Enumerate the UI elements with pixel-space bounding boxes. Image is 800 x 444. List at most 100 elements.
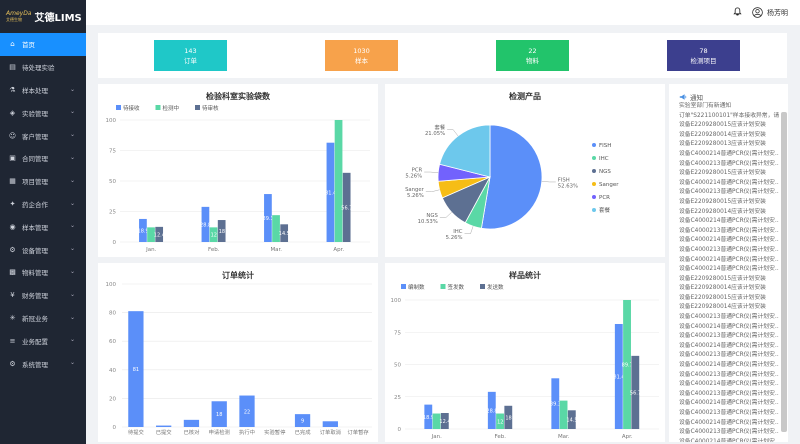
legend-item[interactable]: NGS (592, 169, 611, 175)
stat-card-materials[interactable]: 22 物料 (496, 40, 569, 71)
notice-header: 通知 (669, 84, 788, 102)
notice-item[interactable]: 设备C4000214普通PCR仪(需计划安… (679, 323, 779, 333)
x-tick-label: Jan. (431, 434, 442, 440)
sidebar-item-5[interactable]: ▣ 合同管理 ⌄ (0, 147, 86, 170)
notice-item[interactable]: 设备E2209280013应该计划安装 (679, 140, 779, 150)
stat-value: 78 (699, 46, 708, 55)
bar[interactable] (559, 400, 568, 429)
notice-item[interactable]: 设备C4000213普通PCR仪(需计划安… (679, 351, 779, 361)
sidebar-item-8[interactable]: ◉ 样本管理 ⌄ (0, 215, 86, 238)
notice-item[interactable]: 设备E2209280014应该计划安装 (679, 303, 779, 313)
sidebar-item-4[interactable]: ☺ 客户管理 ⌄ (0, 124, 86, 147)
sidebar-item-2[interactable]: ⚗ 样本处理 ⌄ (0, 79, 86, 102)
notice-item[interactable]: 设备C4000213普通PCR仪(需计划安… (679, 371, 779, 381)
legend-item[interactable]: 发送数 (480, 283, 504, 291)
chevron-down-icon: ⌄ (70, 176, 76, 184)
sidebar-item-14[interactable]: ⚙ 系统管理 ⌄ (0, 352, 86, 375)
stat-card-orders[interactable]: 143 订单 (154, 40, 227, 71)
bell-icon[interactable] (733, 7, 742, 18)
sidebar-item-label: 项目管理 (22, 178, 48, 187)
data-label: 22 (244, 409, 250, 415)
notice-item[interactable]: 设备C4000213普通PCR仪(需计划安… (679, 428, 779, 438)
legend-label: Sanger (599, 182, 619, 188)
experiment-icon: ◈ (9, 108, 16, 117)
legend-item[interactable]: 检测中 (155, 104, 180, 112)
notice-item[interactable]: 设备E2209280015应该计划安装 (679, 275, 779, 285)
notice-item[interactable]: 设备C4000214普通PCR仪(需计划安… (679, 342, 779, 352)
y-tick-label: 0 (113, 240, 117, 246)
stat-card-test-items[interactable]: 78 检测项目 (667, 40, 740, 71)
legend-label: 签发数 (448, 283, 465, 291)
notice-item[interactable]: 设备E2209280015应该计划安装 (679, 121, 779, 131)
sidebar-item-1[interactable]: ▤ 待处理实验 (0, 56, 86, 79)
legend-item[interactable]: FISH (592, 143, 611, 149)
legend-item[interactable]: IHC (592, 156, 609, 162)
stat-card-samples[interactable]: 1030 样本 (325, 40, 398, 71)
user-menu[interactable]: 杨芳明 (752, 7, 788, 18)
notice-item[interactable]: 设备C4000213普通PCR仪(需计划安… (679, 160, 779, 170)
notice-item[interactable]: 设备C4000213普通PCR仪(需计划安… (679, 246, 779, 256)
notice-item[interactable]: 设备C4000214普通PCR仪(需计划安… (679, 438, 779, 442)
stat-value: 22 (528, 46, 537, 55)
notice-item[interactable]: 设备E2209280014应该计划安装 (679, 131, 779, 141)
notice-item[interactable]: 设备C4000214普通PCR仪(需计划安… (679, 236, 779, 246)
bar[interactable] (183, 419, 200, 427)
sidebar-item-9[interactable]: ⚙ 设备管理 ⌄ (0, 238, 86, 261)
notice-item[interactable]: 设备C4000214普通PCR仪(需计划安… (679, 265, 779, 275)
legend-item[interactable]: PCR (592, 195, 610, 201)
notice-item[interactable]: 设备C4000214普通PCR仪(需计划安… (679, 179, 779, 189)
notice-item[interactable]: 设备E2209280015应该计划安装 (679, 169, 779, 179)
bar[interactable] (272, 215, 280, 242)
sidebar-item-13[interactable]: ≡ 业务配置 ⌄ (0, 329, 86, 352)
legend-swatch (401, 284, 406, 289)
data-label: 12.4 (154, 232, 165, 238)
legend-item[interactable]: 待审核 (195, 104, 219, 112)
x-tick-label: 已完成 (295, 428, 312, 436)
notice-item[interactable]: 设备C4000214普通PCR仪(需计划安… (679, 150, 779, 160)
notice-item[interactable]: 设备C4000214普通PCR仪(需计划安… (679, 217, 779, 227)
pie-percent: 5.26% (405, 174, 422, 180)
bar[interactable] (322, 421, 338, 427)
y-tick-label: 50 (394, 363, 401, 369)
notice-item[interactable]: 订单"S221100101"样本接收异常，请… (679, 112, 779, 122)
sidebar-item-12[interactable]: ✳ 新冠业务 ⌄ (0, 307, 86, 330)
bar[interactable] (334, 120, 343, 242)
notice-item[interactable]: 实验室部门有新通知 (679, 102, 779, 112)
sidebar: AmeyDa 艾德生物 艾德LIMS ⌂ 首页 ▤ 待处理实验 ⚗ 样本处理 ⌄ ◈ 实验管理 ⌄… (0, 0, 86, 444)
sidebar-item-11[interactable]: ¥ 财务管理 ⌄ (0, 284, 86, 307)
legend-item[interactable]: Sanger (592, 182, 619, 188)
notice-item[interactable]: 设备E2209280014应该计划安装 (679, 284, 779, 294)
notice-item[interactable]: 设备C4000213普通PCR仪(需计划安… (679, 390, 779, 400)
sidebar-item-6[interactable]: ▦ 项目管理 ⌄ (0, 170, 86, 193)
notice-item[interactable]: 设备C4000214普通PCR仪(需计划安… (679, 419, 779, 429)
legend-item[interactable]: 待接收 (116, 104, 140, 112)
bar[interactable] (156, 425, 172, 427)
data-label: 81.4 (325, 190, 336, 196)
sidebar-item-0[interactable]: ⌂ 首页 (0, 33, 86, 56)
notice-item[interactable]: 设备C4000213普通PCR仪(需计划安… (679, 332, 779, 342)
notice-item[interactable]: 设备C4000214普通PCR仪(需计划安… (679, 380, 779, 390)
notice-item[interactable]: 设备C4000213普通PCR仪(需计划安… (679, 227, 779, 237)
notice-item[interactable]: 设备C4000213普通PCR仪(需计划安… (679, 313, 779, 323)
legend-item[interactable]: 签发数 (440, 283, 465, 291)
notice-item[interactable]: 设备C4000213普通PCR仪(需计划安… (679, 409, 779, 419)
pie-slice[interactable] (480, 124, 543, 230)
notice-item[interactable]: 设备E2209280014应该计划安装 (679, 208, 779, 218)
notice-item[interactable]: 设备E2209280015应该计划安装 (679, 294, 779, 304)
notice-item[interactable]: 设备C4000214普通PCR仪(需计划安… (679, 256, 779, 266)
sidebar-item-10[interactable]: ▩ 物料管理 ⌄ (0, 261, 86, 284)
y-tick-label: 0 (398, 427, 402, 433)
notice-item[interactable]: 设备E2209280015应该计划安装 (679, 198, 779, 208)
sidebar-item-label: 待处理实验 (22, 64, 55, 73)
legend-item[interactable]: 套餐 (592, 206, 611, 214)
notice-title: 通知 (690, 94, 703, 102)
legend-item[interactable]: 编制数 (401, 283, 425, 291)
sidebar-item-3[interactable]: ◈ 实验管理 ⌄ (0, 101, 86, 124)
legend-label: 检测中 (163, 104, 180, 112)
notice-item[interactable]: 设备C4000214普通PCR仪(需计划安… (679, 361, 779, 371)
notice-item[interactable]: 设备C4000214普通PCR仪(需计划安… (679, 399, 779, 409)
notice-item[interactable]: 设备C4000213普通PCR仪(需计划安… (679, 188, 779, 198)
sidebar-item-7[interactable]: ✦ 药企合作 ⌄ (0, 193, 86, 216)
sidebar-item-label: 样本管理 (22, 223, 48, 232)
notice-scrollbar[interactable] (781, 112, 787, 432)
